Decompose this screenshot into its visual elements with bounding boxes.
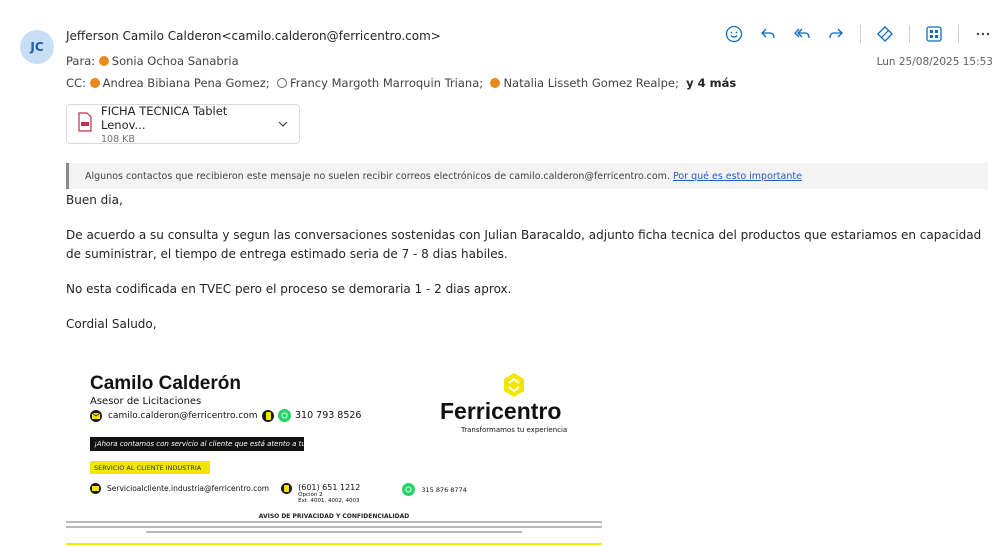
cc-recipient[interactable]: Natalia Lisseth Gomez Realpe; xyxy=(503,76,678,90)
presence-away-icon xyxy=(98,56,109,66)
signature-email-row: camilo.calderon@ferricentro.com xyxy=(90,410,257,422)
service-mobile: 315 876 8774 xyxy=(421,486,467,494)
brand-name: Ferricentro xyxy=(440,398,562,424)
service-contact-row: Servicioalcliente.industria@ferricentro.… xyxy=(90,483,467,504)
privacy-fine-print xyxy=(66,521,602,539)
phone-icon xyxy=(281,483,293,494)
banner-link[interactable]: Por qué es esto importante xyxy=(673,171,802,182)
privacy-title: AVISO DE PRIVACIDAD Y CONFIDENCIALIDAD xyxy=(258,513,410,520)
presence-away-icon xyxy=(490,78,501,88)
body-paragraph: De acuerdo a su consulta y segun las con… xyxy=(66,228,982,261)
sender-line[interactable]: Jefferson Camilo Calderon<camilo.caldero… xyxy=(66,29,441,43)
sensitivity-icon[interactable] xyxy=(875,24,895,44)
reply-all-icon[interactable] xyxy=(792,24,812,44)
chevron-down-icon[interactable] xyxy=(277,115,289,134)
to-label: Para: xyxy=(66,54,96,68)
signature-email[interactable]: camilo.calderon@ferricentro.com xyxy=(108,411,257,421)
attachment-name: FICHA TECNICA Tablet Lenov... xyxy=(101,103,228,132)
emoji-icon[interactable] xyxy=(724,24,744,44)
cc-recipient[interactable]: Andrea Bibiana Pena Gomez; xyxy=(103,76,270,90)
mail-icon xyxy=(90,410,102,422)
toolbar-divider xyxy=(958,25,959,43)
whatsapp-icon xyxy=(278,409,291,422)
apps-icon[interactable] xyxy=(924,24,944,44)
to-line: Para: Sonia Ochoa Sanabria xyxy=(66,54,239,68)
more-icon[interactable] xyxy=(973,24,993,44)
banner-text: Algunos contactos que recibieron este me… xyxy=(85,171,670,182)
service-notice-band: ¡Ahora contamos con servicio al cliente … xyxy=(90,437,304,451)
attachment-card[interactable]: FICHA TECNICA Tablet Lenov... 108 KB xyxy=(66,103,300,145)
brand-tagline: Transformamos tu experiencia xyxy=(461,426,568,434)
message-date: Lun 25/08/2025 15:53 xyxy=(876,56,993,68)
service-phone-block: (601) 651 1212 Opción 2 Ext. 4001, 4002,… xyxy=(298,483,360,504)
cc-more-link[interactable]: y 4 más xyxy=(686,76,736,90)
greeting: Buen dia, xyxy=(66,193,123,207)
sender-avatar[interactable]: JC xyxy=(20,30,54,64)
cc-recipient[interactable]: Francy Margoth Marroquin Triana; xyxy=(290,76,483,90)
external-sender-banner: Algunos contactos que recibieron este me… xyxy=(66,163,988,189)
to-recipient[interactable]: Sonia Ochoa Sanabria xyxy=(112,54,239,68)
service-title-band: SERVICIO AL CLIENTE INDUSTRIA xyxy=(90,461,210,474)
service-phone: (601) 651 1212 xyxy=(298,483,361,492)
cc-line: CC: Andrea Bibiana Pena Gomez; Francy Ma… xyxy=(66,76,736,90)
presence-away-icon xyxy=(89,78,100,88)
signature-name: Camilo Calderón xyxy=(90,373,241,394)
presence-offline-icon xyxy=(276,78,287,88)
reply-icon[interactable] xyxy=(758,24,778,44)
cc-label: CC: xyxy=(66,76,86,90)
message-toolbar xyxy=(724,24,993,44)
message-body: Buen dia, De acuerdo a su consulta y seg… xyxy=(66,191,996,350)
service-email[interactable]: Servicioalcliente.industria@ferricentro.… xyxy=(107,484,269,493)
toolbar-divider xyxy=(860,25,861,43)
signature-role: Asesor de Licitaciones xyxy=(90,396,202,407)
email-signature: Camilo Calderón Asesor de Licitaciones c… xyxy=(66,365,602,547)
mail-icon xyxy=(90,483,101,494)
mobile-icon xyxy=(262,409,274,422)
attachment-size: 108 KB xyxy=(101,133,135,145)
pdf-file-icon xyxy=(77,112,93,136)
whatsapp-icon xyxy=(402,483,416,496)
closing: Cordial Saludo, xyxy=(66,317,157,331)
signature-phone: 310 793 8526 xyxy=(295,410,362,421)
signature-phone-row: 310 793 8526 xyxy=(262,409,361,422)
toolbar-divider xyxy=(909,25,910,43)
body-paragraph: No esta codificada en TVEC pero el proce… xyxy=(66,282,512,296)
forward-icon[interactable] xyxy=(826,24,846,44)
signature-bottom-bar xyxy=(66,543,602,545)
service-ext: Ext. 4001, 4002, 4003 xyxy=(298,498,360,504)
